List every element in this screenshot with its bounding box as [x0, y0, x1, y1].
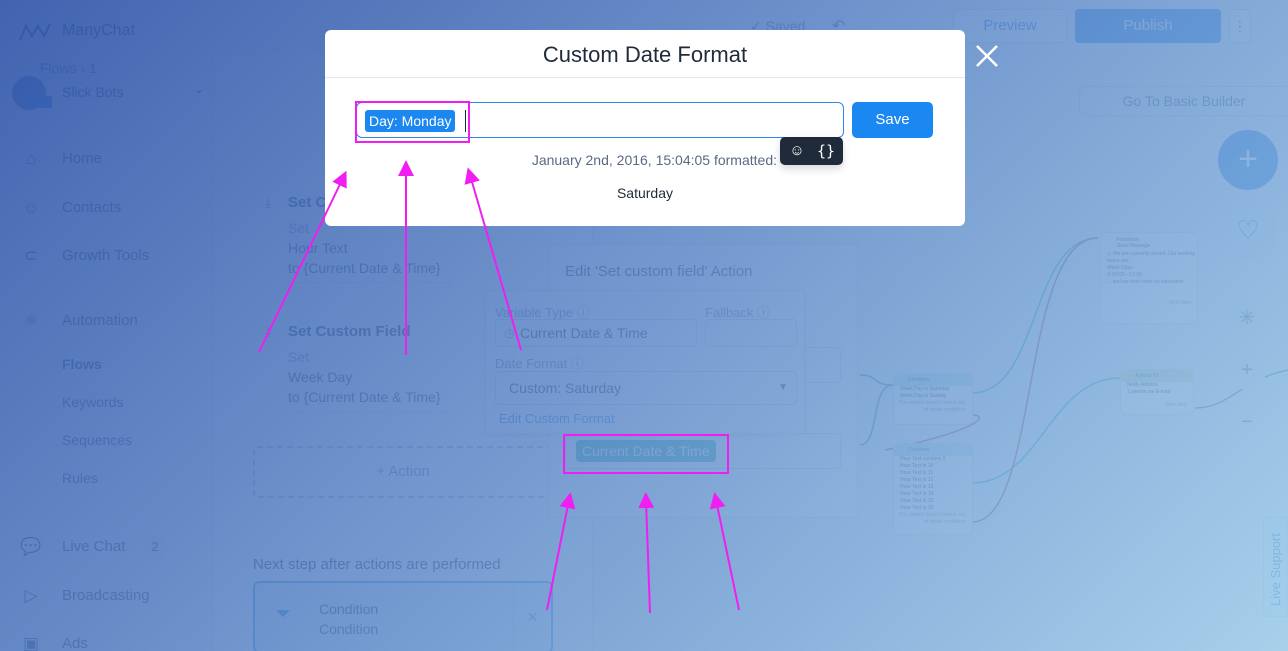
insert-toolbar: ☺ {}	[780, 137, 843, 165]
emoji-icon[interactable]: ☺	[786, 140, 808, 162]
annotation-highlight-input	[355, 101, 470, 143]
formatted-preview-label: January 2nd, 2016, 15:04:05 formatted:	[531, 152, 777, 168]
close-icon[interactable]	[974, 43, 1000, 69]
save-button[interactable]: Save	[852, 102, 933, 138]
annotation-highlight-chip	[563, 434, 729, 474]
modal-title: Custom Date Format	[542, 42, 748, 67]
divider	[325, 77, 965, 78]
formatted-preview-value: Saturday	[616, 185, 674, 201]
variable-braces-icon[interactable]: {}	[815, 140, 837, 162]
